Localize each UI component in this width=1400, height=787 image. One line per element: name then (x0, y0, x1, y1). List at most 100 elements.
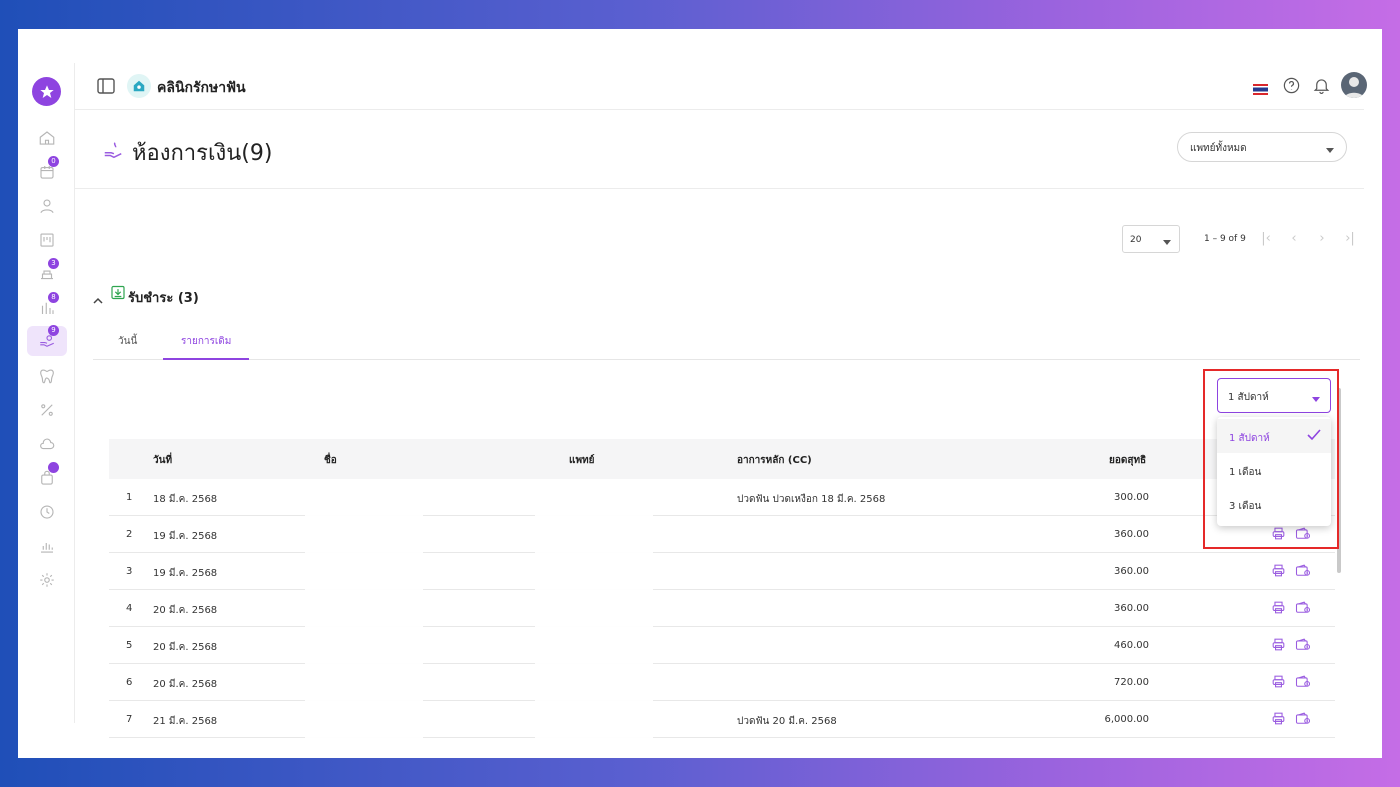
user-icon (40, 199, 54, 214)
sidebar-item-discount[interactable] (27, 395, 67, 425)
row-number: 3 (126, 566, 133, 577)
print-icon[interactable] (1271, 527, 1286, 543)
row-date: 18 มี.ค. 2568 (153, 494, 218, 505)
chart-icon (41, 543, 53, 553)
wallet-icon[interactable] (1295, 638, 1311, 654)
page-title: ห้องการเงิน(9) (132, 141, 273, 166)
row-date: 20 มี.ค. 2568 (153, 642, 218, 653)
row-amount: 360.00 (1114, 603, 1149, 614)
sidebar-item-history[interactable] (27, 497, 67, 527)
sidebar-badge: 0 (48, 156, 59, 167)
avatar[interactable] (1341, 72, 1367, 98)
column-header-name[interactable]: ชื่อ (324, 453, 337, 468)
row-amount: 360.00 (1114, 529, 1149, 540)
wallet-icon[interactable] (1295, 564, 1311, 580)
first-page-icon[interactable]: |‹ (1258, 231, 1274, 247)
row-amount: 6,000.00 (1104, 714, 1149, 725)
wallet-icon[interactable] (1295, 675, 1311, 691)
sidebar: 0 3 8 9 • (18, 63, 75, 723)
sidebar-item-settings[interactable] (27, 565, 67, 595)
sidebar-item-calendar[interactable]: 0 (27, 156, 67, 187)
active-tab-indicator (163, 358, 249, 360)
column-header-cc[interactable]: อาการหลัก (CC) (737, 453, 812, 468)
tab-today[interactable]: วันนี้ (118, 334, 137, 349)
wallet-icon[interactable] (1295, 601, 1311, 617)
row-date: 19 มี.ค. 2568 (153, 531, 218, 542)
row-actions (1271, 601, 1311, 617)
row-date: 21 มี.ค. 2568 (153, 716, 218, 727)
print-icon[interactable] (1271, 601, 1286, 617)
sidebar-item-reports[interactable] (27, 531, 67, 561)
option-label: 1 สัปดาห์ (1229, 433, 1270, 444)
page-size-value: 20 (1130, 235, 1142, 245)
redacted-name-column (305, 479, 423, 738)
table-row[interactable]: 4 20 มี.ค. 2568 360.00 (109, 590, 1335, 627)
app-frame: 0 3 8 9 • คลินิกรักษาฟัน ห้องการเงิน(9) … (18, 29, 1382, 758)
last-page-icon[interactable]: ›| (1342, 231, 1358, 247)
range-filter-menu: 1 สัปดาห์ 1 เดือน 3 เดือน (1217, 417, 1331, 526)
tabs: วันนี้ รายการเดิม (93, 323, 1360, 360)
column-header-date[interactable]: วันที่ (153, 453, 172, 468)
scrollbar[interactable] (1337, 388, 1341, 573)
row-date: 19 มี.ค. 2568 (153, 568, 218, 579)
wallet-icon[interactable] (1295, 712, 1311, 728)
row-cc: ปวดฟัน 20 มี.ค. 2568 (737, 716, 837, 727)
row-actions (1271, 527, 1311, 543)
row-date: 20 มี.ค. 2568 (153, 679, 218, 690)
page-size-select[interactable]: 20 (1122, 225, 1180, 253)
print-icon[interactable] (1271, 712, 1286, 728)
next-page-icon[interactable]: › (1314, 231, 1330, 247)
row-number: 7 (126, 714, 133, 725)
range-filter-select[interactable]: 1 สัปดาห์ (1217, 378, 1331, 413)
percent-icon (41, 404, 53, 416)
table-row[interactable]: 7 21 มี.ค. 2568 ปวดฟัน 20 มี.ค. 2568 6,000.… (109, 701, 1335, 738)
range-option-1-month[interactable]: 1 เดือน (1217, 453, 1331, 487)
sidebar-item-cloud[interactable] (27, 429, 67, 459)
print-icon[interactable] (1271, 675, 1286, 691)
sidebar-item-home[interactable] (27, 123, 67, 153)
caret-down-icon (1312, 394, 1320, 405)
range-option-3-months[interactable]: 3 เดือน (1217, 487, 1331, 521)
range-option-1-week[interactable]: 1 สัปดาห์ (1217, 419, 1331, 453)
sidebar-badge: 9 (48, 325, 59, 336)
print-icon[interactable] (1271, 638, 1286, 654)
cloud-icon (40, 438, 55, 450)
sidebar-item-patients[interactable] (27, 191, 67, 221)
app-logo-star-icon[interactable] (32, 77, 61, 106)
app: 0 3 8 9 • คลินิกรักษาฟัน ห้องการเงิน(9) … (18, 63, 1367, 738)
sidebar-item-board[interactable] (27, 225, 67, 255)
table-row[interactable]: 3 19 มี.ค. 2568 360.00 (109, 553, 1335, 590)
table-row[interactable]: 2 19 มี.ค. 2568 360.00 (109, 516, 1335, 553)
row-amount: 300.00 (1114, 492, 1149, 503)
sidebar-badge: 8 (48, 292, 59, 303)
section-title: รับชำระ (3) (128, 291, 199, 306)
wallet-icon[interactable] (1295, 527, 1311, 543)
doctor-filter-select[interactable]: แพทย์ทั้งหมด (1177, 132, 1347, 162)
chevron-up-icon[interactable] (93, 289, 103, 308)
sidebar-item-finance[interactable]: 9 (27, 325, 67, 356)
tooth-icon (40, 369, 54, 384)
tab-previous[interactable]: รายการเดิม (181, 334, 231, 349)
table-row[interactable]: 6 20 มี.ค. 2568 720.00 (109, 664, 1335, 701)
row-number: 5 (126, 640, 133, 651)
sidebar-badge: • (48, 462, 59, 473)
sidebar-item-dental[interactable] (27, 361, 67, 391)
prev-page-icon[interactable]: ‹ (1286, 231, 1302, 247)
payment-hand-icon (102, 139, 124, 165)
sidebar-toggle-icon[interactable] (97, 78, 115, 98)
row-amount: 720.00 (1114, 677, 1149, 688)
print-icon[interactable] (1271, 564, 1286, 580)
sidebar-item-treatment[interactable]: 3 (27, 258, 67, 289)
column-header-net-amount[interactable]: ยอดสุทธิ (1109, 453, 1146, 468)
help-icon[interactable] (1282, 76, 1301, 99)
column-header-doctor[interactable]: แพทย์ (569, 453, 595, 468)
row-actions (1271, 675, 1311, 691)
thai-flag-icon[interactable] (1253, 80, 1268, 99)
table-row[interactable]: 5 20 มี.ค. 2568 460.00 (109, 627, 1335, 664)
sidebar-item-tools[interactable]: 8 (27, 292, 67, 323)
table-row[interactable]: 1 18 มี.ค. 2568 ปวดฟัน ปวดเหงือก 18 มี.ค. … (109, 479, 1335, 516)
bell-icon[interactable] (1312, 76, 1331, 99)
gear-icon (40, 573, 54, 587)
sidebar-item-shop[interactable]: • (27, 462, 67, 493)
row-number: 4 (126, 603, 133, 614)
